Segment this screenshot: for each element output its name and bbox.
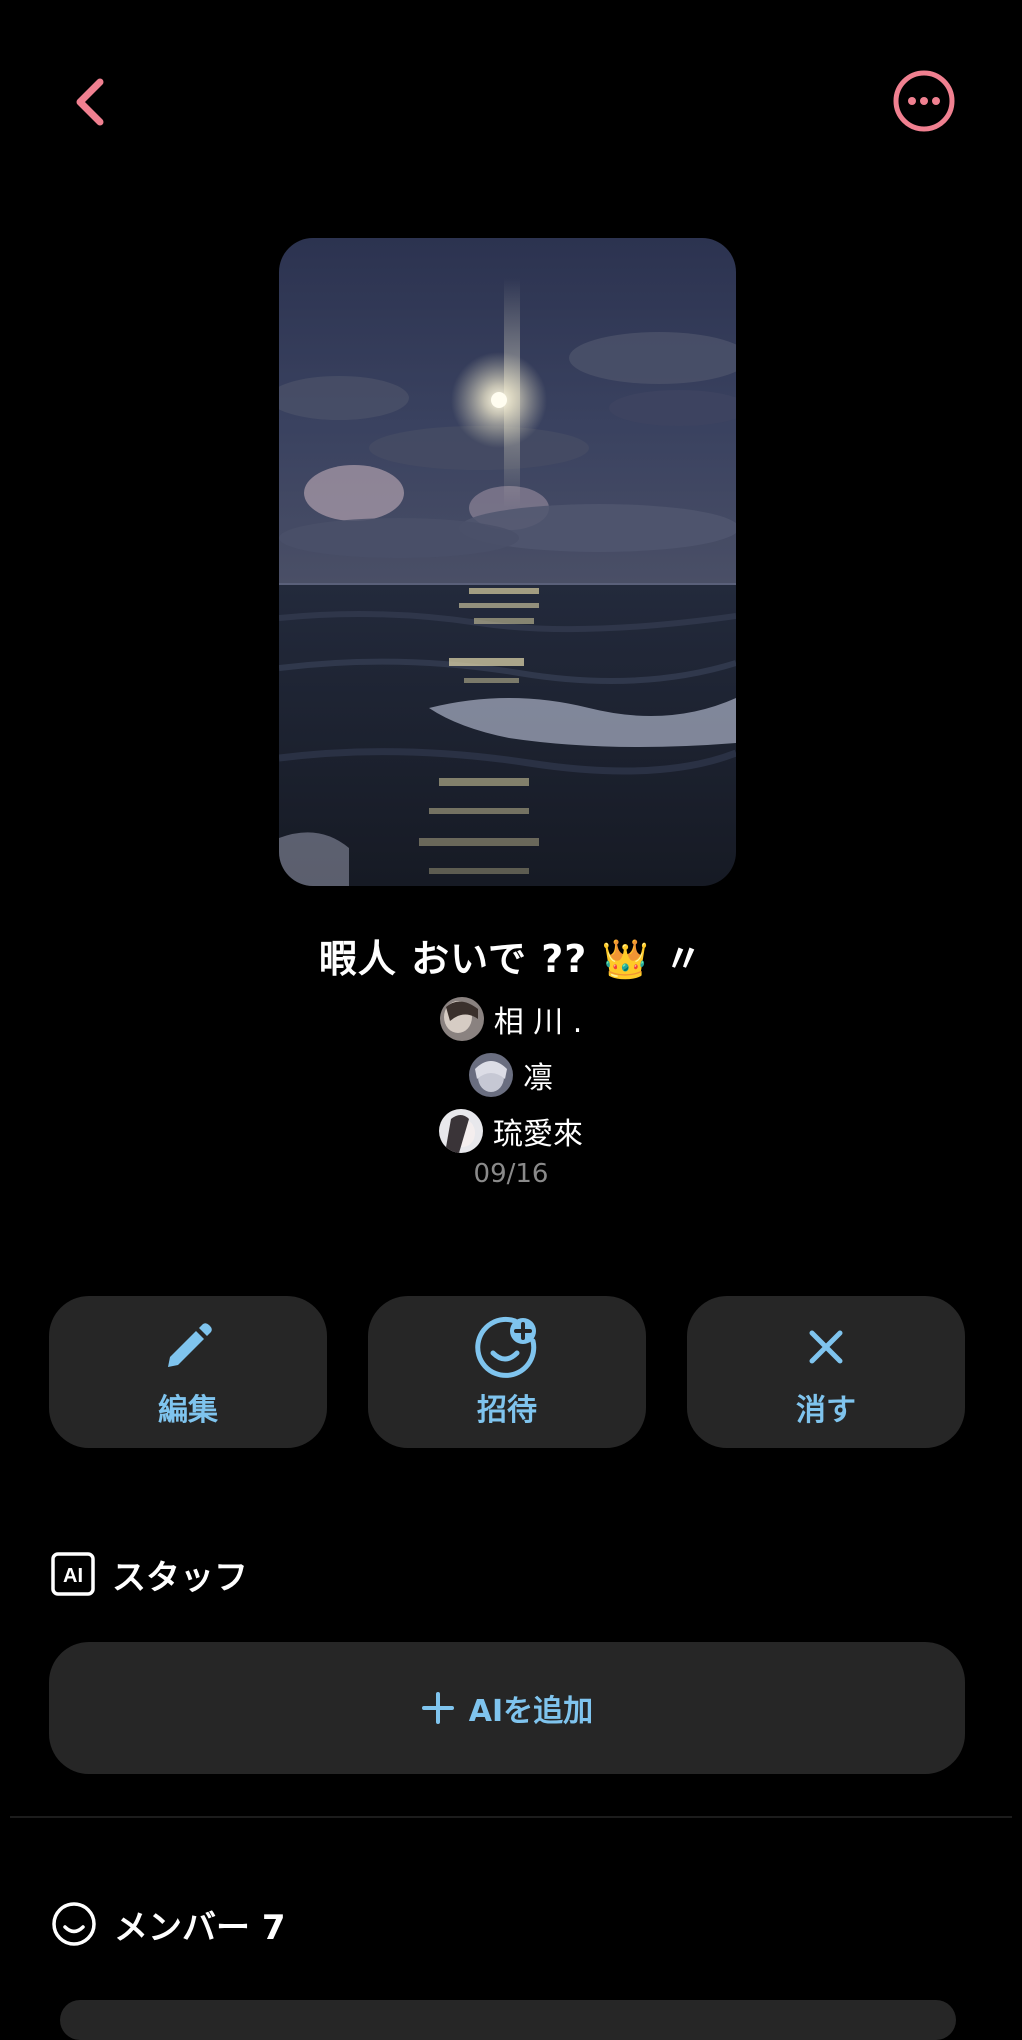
host-name: 琉愛來 <box>493 1117 583 1152</box>
invite-button[interactable]: 招待 <box>368 1296 646 1448</box>
ai-badge-icon: AI <box>51 1552 95 1596</box>
members-title: メンバー 7 <box>114 1907 286 1948</box>
avatar <box>439 1109 483 1153</box>
host-name: 相 川 . <box>493 1005 583 1040</box>
smile-icon <box>52 1902 96 1946</box>
host-name: 凛 <box>523 1061 553 1096</box>
divider <box>10 1816 1012 1818</box>
chevron-left-icon <box>76 78 104 126</box>
add-ai-button[interactable]: AIを追加 <box>49 1642 965 1774</box>
avatar <box>469 1053 513 1097</box>
host-item[interactable]: 凛 <box>0 1051 1022 1099</box>
room-cover-image <box>279 238 736 886</box>
member-card[interactable] <box>60 2000 956 2040</box>
room-title: 暇人 おいで ?? 👑 〃 <box>318 937 704 981</box>
edit-label: 編集 <box>158 1393 218 1428</box>
avatar <box>439 997 484 1041</box>
delete-label: 消す <box>796 1393 856 1428</box>
edit-button[interactable]: 編集 <box>49 1296 327 1448</box>
host-item[interactable]: 琉愛來 <box>0 1107 1022 1155</box>
staff-section-header: AI スタッフ <box>50 1548 248 1600</box>
plus-icon <box>421 1692 454 1724</box>
pencil-icon <box>168 1323 212 1367</box>
close-icon <box>809 1330 843 1364</box>
top-bar <box>0 0 1022 200</box>
more-options-button[interactable] <box>892 69 956 133</box>
delete-button[interactable]: 消す <box>687 1296 965 1448</box>
svg-text:AI: AI <box>63 1565 83 1587</box>
add-ai-label: AIを追加 <box>468 1694 594 1729</box>
invite-label: 招待 <box>477 1393 537 1428</box>
room-date: 09/16 <box>473 1159 549 1189</box>
staff-title: スタッフ <box>112 1557 248 1598</box>
host-item[interactable]: 相 川 . <box>0 995 1022 1043</box>
members-section-header: メンバー 7 <box>50 1898 286 1950</box>
smile-plus-icon <box>475 1316 537 1378</box>
back-button[interactable] <box>62 70 118 134</box>
more-icon <box>893 70 955 132</box>
